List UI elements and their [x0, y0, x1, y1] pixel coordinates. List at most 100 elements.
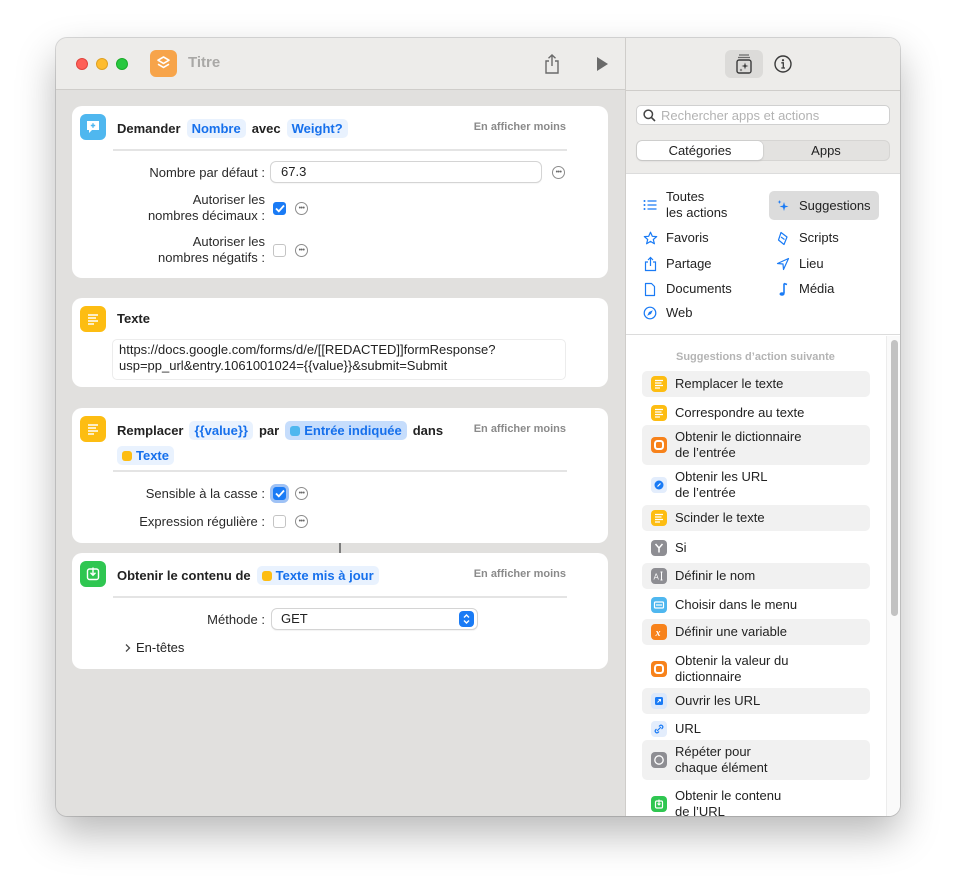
- method-select[interactable]: GET: [271, 608, 478, 630]
- more-options-icon[interactable]: •••: [295, 244, 308, 257]
- close-window-button[interactable]: [76, 58, 88, 70]
- action-header: Remplacer {{value}} par Entrée indiquée …: [117, 421, 462, 465]
- more-options-icon[interactable]: •••: [552, 166, 565, 179]
- find-token[interactable]: {{value}}: [189, 421, 253, 440]
- suggestion-item[interactable]: Obtenir les URL de l’entrée: [642, 465, 870, 505]
- category-favorites[interactable]: Favoris: [642, 230, 709, 246]
- label-line: les actions: [666, 205, 728, 220]
- url-token[interactable]: Texte mis à jour: [256, 566, 379, 585]
- suggestion-item[interactable]: Répéter pour chaque élément: [642, 740, 870, 780]
- suggestion-label: Obtenir la valeur du dictionnaire: [675, 653, 788, 685]
- show-less-button[interactable]: En afficher moins: [474, 568, 566, 580]
- run-button[interactable]: [590, 52, 614, 76]
- input-type-token[interactable]: Nombre: [186, 119, 246, 138]
- category-suggestions[interactable]: Suggestions: [769, 191, 879, 220]
- text-line: usp=pp_url&entry.1061001024={{value}}&su…: [119, 358, 448, 373]
- show-less-button[interactable]: En afficher moins: [474, 121, 566, 133]
- action-ask-for-input[interactable]: Demander Nombre avec Weight? En afficher…: [72, 106, 608, 278]
- category-scripts[interactable]: Scripts: [775, 230, 839, 246]
- headers-label: En-têtes: [136, 640, 185, 655]
- zoom-window-button[interactable]: [116, 58, 128, 70]
- text-icon: [261, 570, 272, 581]
- suggestion-item[interactable]: A Définir le nom: [642, 563, 870, 589]
- headers-disclosure[interactable]: En-têtes: [124, 640, 184, 655]
- suggestions-list: Suggestions d’action suivante Remplacer …: [626, 336, 900, 816]
- label-line: Scinder le texte: [675, 510, 765, 525]
- category-media[interactable]: Média: [775, 281, 834, 297]
- label-line: chaque élément: [675, 760, 768, 775]
- label-line: Obtenir le contenu: [675, 788, 782, 803]
- regex-checkbox[interactable]: [273, 515, 286, 528]
- suggestion-item[interactable]: Obtenir le contenu de l’URL: [642, 784, 870, 816]
- token-label: Texte: [136, 448, 169, 463]
- dictionary-icon: [651, 661, 667, 677]
- share-button[interactable]: [540, 52, 564, 76]
- label-line: Obtenir la valeur du: [675, 653, 789, 668]
- suggestion-item[interactable]: Remplacer le texte: [642, 371, 870, 397]
- suggestion-item[interactable]: Correspondre au texte: [642, 400, 870, 426]
- suggestion-item[interactable]: Choisir dans le menu: [642, 592, 870, 618]
- category-label: Partage: [666, 256, 712, 271]
- action-verb: Demander: [117, 121, 181, 136]
- share-icon: [545, 54, 559, 74]
- search-field[interactable]: Rechercher apps et actions: [636, 105, 890, 125]
- allow-negatives-label: Autoriser les nombres négatifs :: [158, 234, 265, 266]
- category-label: Toutes les actions: [666, 189, 727, 221]
- document-icon: [642, 282, 658, 297]
- category-sharing[interactable]: Partage: [642, 256, 712, 272]
- suggestion-item[interactable]: Si: [642, 535, 870, 561]
- divider: [113, 470, 567, 472]
- text-content-field[interactable]: https://docs.google.com/forms/d/e/[[REDA…: [112, 339, 566, 380]
- suggestion-item[interactable]: Obtenir la valeur du dictionnaire: [642, 649, 870, 689]
- shortcut-title[interactable]: Titre: [188, 54, 220, 71]
- label-line: Autoriser les: [192, 234, 265, 249]
- branch-icon: [651, 540, 667, 556]
- label-line: Obtenir les URL: [675, 469, 768, 484]
- minimize-window-button[interactable]: [96, 58, 108, 70]
- suggestion-item[interactable]: Ouvrir les URL: [642, 688, 870, 714]
- category-location[interactable]: Lieu: [775, 256, 824, 272]
- category-label: Suggestions: [799, 197, 871, 213]
- target-text-token[interactable]: Texte: [117, 446, 174, 465]
- suggestion-item[interactable]: Scinder le texte: [642, 505, 870, 531]
- category-documents[interactable]: Documents: [642, 281, 732, 297]
- text-line: https://docs.google.com/forms/d/e/[[REDA…: [119, 342, 496, 357]
- action-text[interactable]: Texte https://docs.google.com/forms/d/e/…: [72, 298, 608, 387]
- info-button[interactable]: [764, 50, 802, 78]
- suggestion-item[interactable]: x Définir une variable: [642, 619, 870, 645]
- shortcut-icon[interactable]: [150, 50, 177, 77]
- suggestions-title: Suggestions d’action suivante: [676, 351, 835, 363]
- open-url-icon: [651, 693, 667, 709]
- allow-decimals-checkbox[interactable]: [273, 202, 286, 215]
- suggestion-label: Correspondre au texte: [675, 405, 804, 421]
- category-label: Documents: [666, 281, 732, 296]
- allow-negatives-checkbox[interactable]: [273, 244, 286, 257]
- case-sensitive-checkbox[interactable]: [273, 487, 286, 500]
- suggestion-item[interactable]: URL: [642, 716, 870, 742]
- library-segmented-control: Catégories Apps: [636, 140, 890, 161]
- more-options-icon[interactable]: •••: [295, 202, 308, 215]
- more-options-icon[interactable]: •••: [295, 487, 308, 500]
- svg-text:A: A: [654, 573, 660, 582]
- suggestion-label: Obtenir le dictionnaire de l’entrée: [675, 429, 801, 461]
- action-get-contents-of-url[interactable]: Obtenir le contenu de Texte mis à jour E…: [72, 553, 608, 669]
- segment-categories[interactable]: Catégories: [637, 141, 763, 160]
- show-less-button[interactable]: En afficher moins: [474, 423, 566, 435]
- prompt-token[interactable]: Weight?: [286, 119, 348, 138]
- category-web[interactable]: Web: [642, 305, 693, 321]
- scrollbar-thumb[interactable]: [891, 340, 898, 616]
- token-label: Texte mis à jour: [275, 568, 374, 583]
- suggestion-item[interactable]: Obtenir le dictionnaire de l’entrée: [642, 425, 870, 465]
- more-options-icon[interactable]: •••: [295, 515, 308, 528]
- category-all-actions[interactable]: Toutes les actions: [642, 189, 727, 221]
- scrollbar[interactable]: [886, 336, 900, 816]
- default-number-field[interactable]: 67.3: [270, 161, 542, 183]
- action-replace-text[interactable]: Remplacer {{value}} par Entrée indiquée …: [72, 408, 608, 543]
- text-icon: [651, 376, 667, 392]
- segment-apps[interactable]: Apps: [763, 141, 889, 160]
- action-library-button[interactable]: [725, 50, 763, 78]
- play-icon: [597, 57, 608, 71]
- replace-with-token[interactable]: Entrée indiquée: [285, 421, 407, 440]
- label-line: Répéter pour: [675, 744, 751, 759]
- list-icon: [642, 199, 658, 211]
